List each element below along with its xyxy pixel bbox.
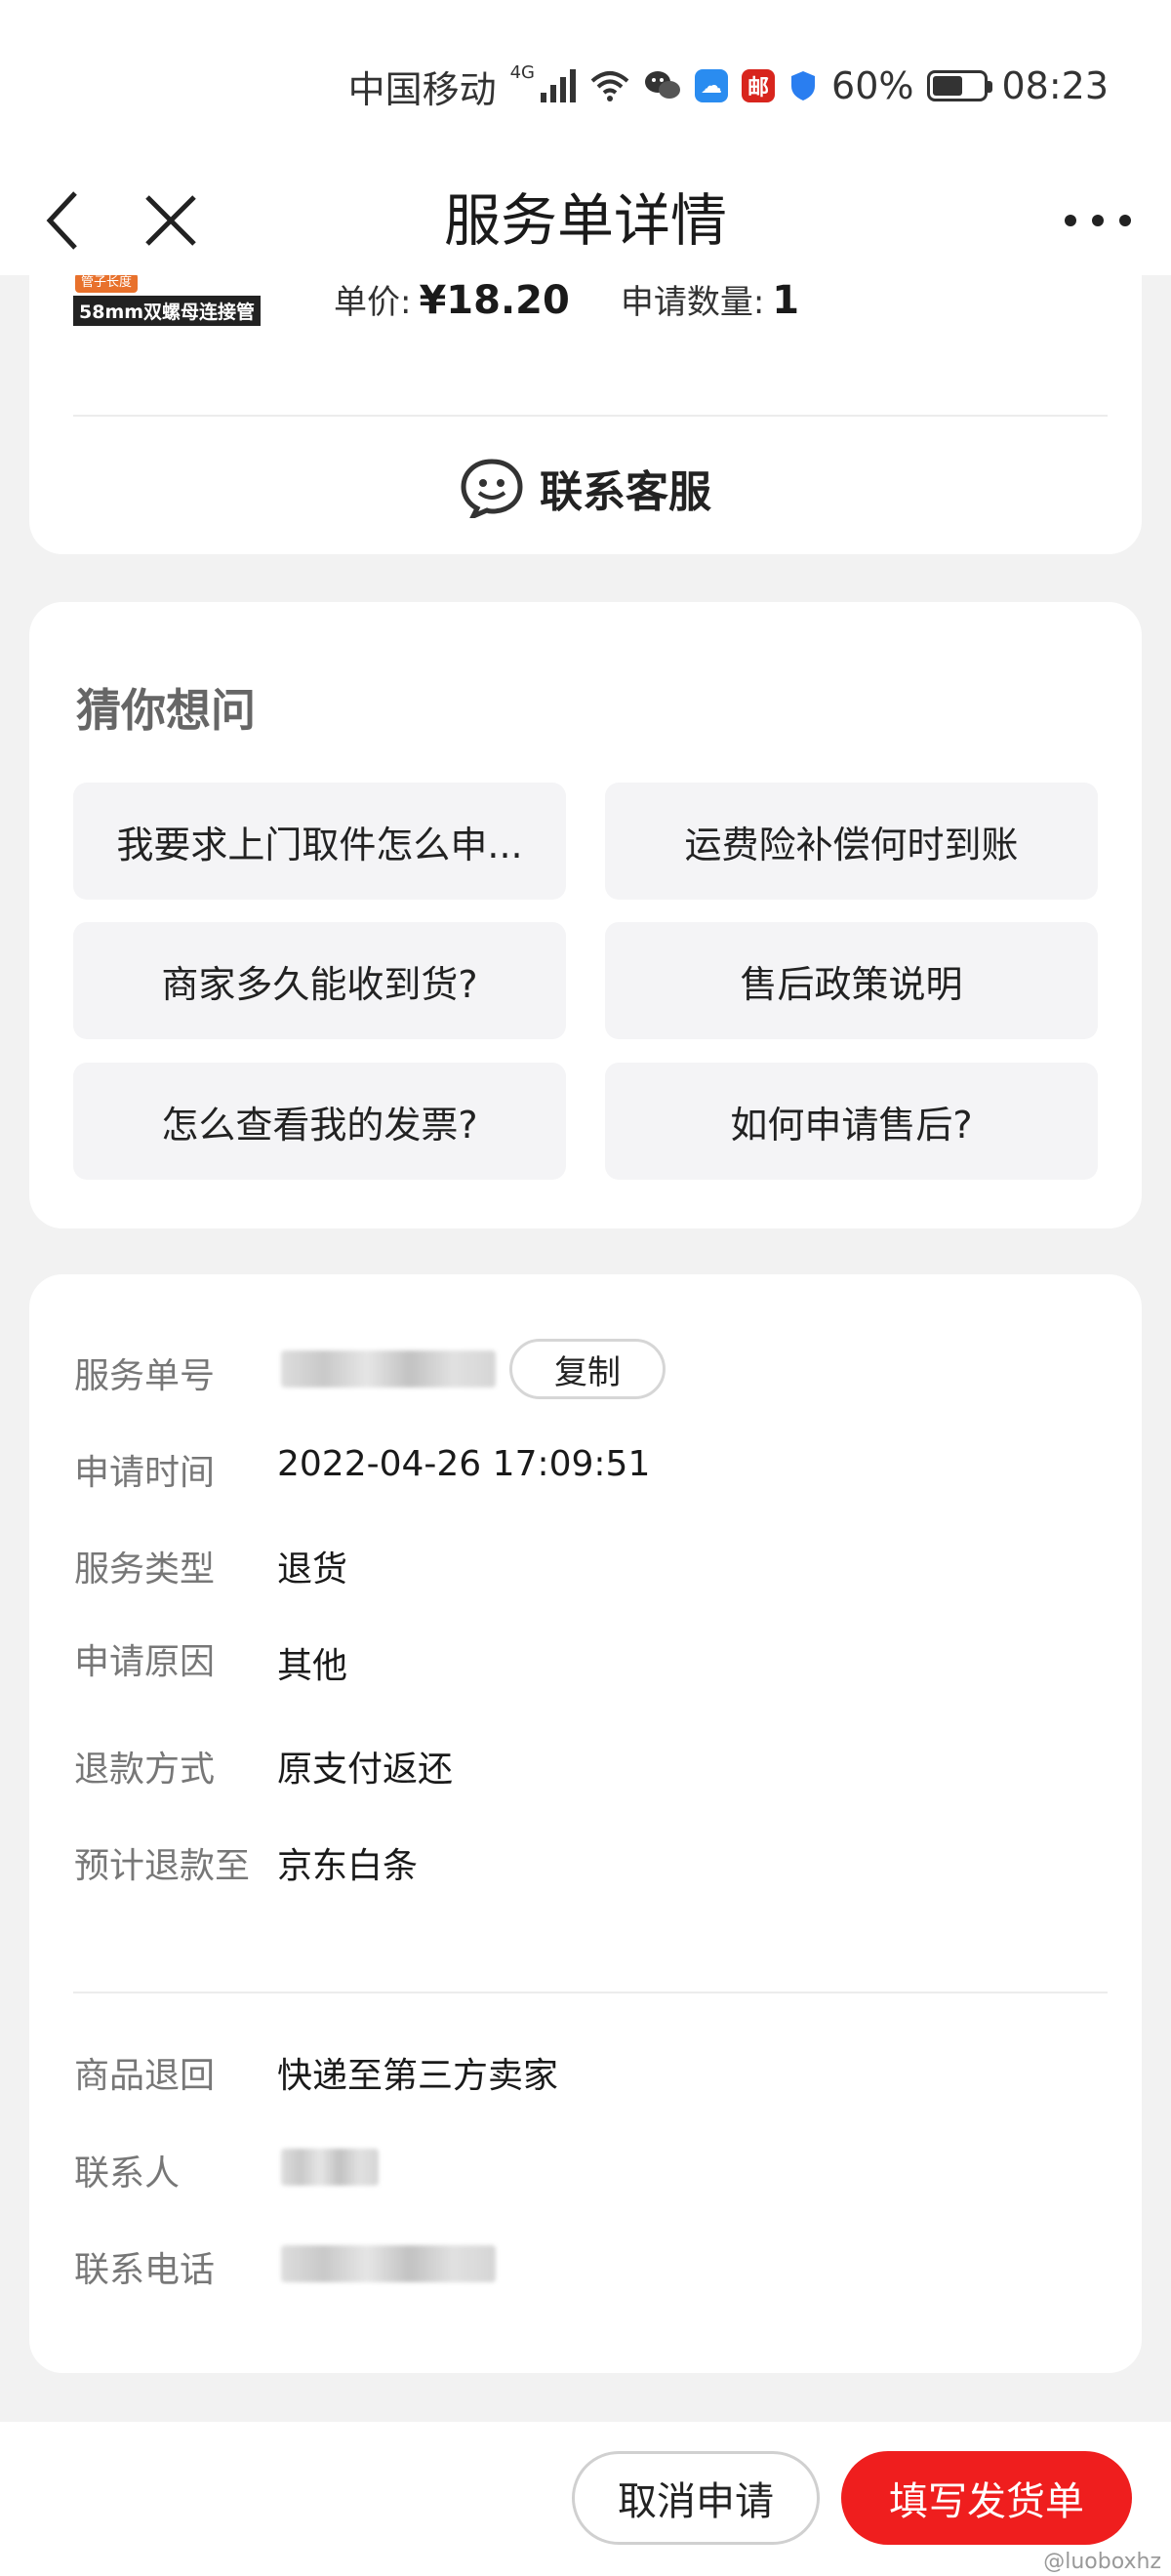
quantity-value: 1 — [772, 278, 800, 323]
more-button[interactable] — [1054, 166, 1142, 275]
more-icon — [1065, 215, 1131, 226]
refund-to-value: 京东白条 — [277, 1846, 419, 1886]
return-value: 快递至第三方卖家 — [277, 2056, 559, 2096]
nav-bar: 服务单详情 — [0, 166, 1171, 275]
cancel-application-button[interactable]: 取消申请 — [572, 2451, 820, 2545]
service-no-label: 服务单号 — [74, 1356, 216, 1396]
quantity-label: 申请数量: — [620, 283, 765, 322]
reason-label: 申请原因 — [74, 1642, 216, 1682]
divider — [73, 1992, 1108, 1993]
faq-item[interactable]: 运费险补偿何时到账 — [605, 783, 1098, 900]
faq-item[interactable]: 如何申请售后? — [605, 1063, 1098, 1180]
product-card-content: 管子长度 58mm双螺母连接管 单价: ¥18.20 申请数量: 1 联系客服 — [29, 0, 1142, 554]
close-icon — [145, 195, 196, 246]
copy-button[interactable]: 复制 — [509, 1339, 666, 1399]
customer-service-icon — [461, 459, 523, 518]
contact-phone-label: 联系电话 — [74, 2250, 216, 2290]
refund-method-value: 原支付返还 — [277, 1750, 454, 1790]
apply-time-value: 2022-04-26 17:09:51 — [277, 1444, 651, 1484]
unit-price: ¥18.20 — [419, 278, 570, 323]
thumb-tag: 管子长度 — [75, 273, 139, 293]
chevron-left-icon — [46, 191, 77, 250]
apply-time-label: 申请时间 — [74, 1453, 216, 1493]
refund-to-label: 预计退款至 — [74, 1846, 251, 1886]
contact-service-label: 联系客服 — [540, 467, 711, 517]
service-type-value: 退货 — [277, 1550, 348, 1590]
service-details-card: 服务单号 复制 申请时间 2022-04-26 17:09:51 服务类型 退货… — [29, 1274, 1142, 2373]
faq-item[interactable]: 商家多久能收到货? — [73, 922, 566, 1039]
faq-item[interactable]: 我要求上门取件怎么申... — [73, 783, 566, 900]
contact-service-button[interactable]: 联系客服 — [29, 449, 1142, 527]
bottom-action-bar: 取消申请 填写发货单 @luoboxhz — [0, 2422, 1171, 2576]
faq-item[interactable]: 售后政策说明 — [605, 922, 1098, 1039]
fill-shipping-form-button[interactable]: 填写发货单 — [841, 2451, 1132, 2545]
contact-person-redacted — [281, 2149, 379, 2186]
close-button[interactable] — [137, 166, 205, 275]
divider — [73, 415, 1108, 417]
service-no-redacted — [281, 1350, 496, 1388]
unit-price-label: 单价: — [334, 283, 412, 322]
contact-person-label: 联系人 — [74, 2153, 181, 2194]
faq-item[interactable]: 怎么查看我的发票? — [73, 1063, 566, 1180]
reason-value: 其他 — [277, 1646, 348, 1686]
return-label: 商品退回 — [74, 2056, 216, 2096]
faq-title: 猜你想问 — [76, 684, 256, 737]
thumb-label: 58mm双螺母连接管 — [73, 296, 262, 326]
page: 中国移动 4G ☁ 邮 60% 08:23 管子长度 58mm双螺母连接管 单价… — [0, 0, 1171, 2576]
watermark: @luoboxhz — [1043, 2550, 1161, 2574]
back-button[interactable] — [29, 166, 98, 275]
refund-method-label: 退款方式 — [74, 1750, 216, 1790]
price-row: 单价: ¥18.20 申请数量: 1 — [334, 275, 799, 323]
contact-phone-redacted — [281, 2245, 496, 2282]
service-type-label: 服务类型 — [74, 1550, 216, 1590]
faq-card: 猜你想问 我要求上门取件怎么申... 运费险补偿何时到账 商家多久能收到货? 售… — [29, 602, 1142, 1228]
